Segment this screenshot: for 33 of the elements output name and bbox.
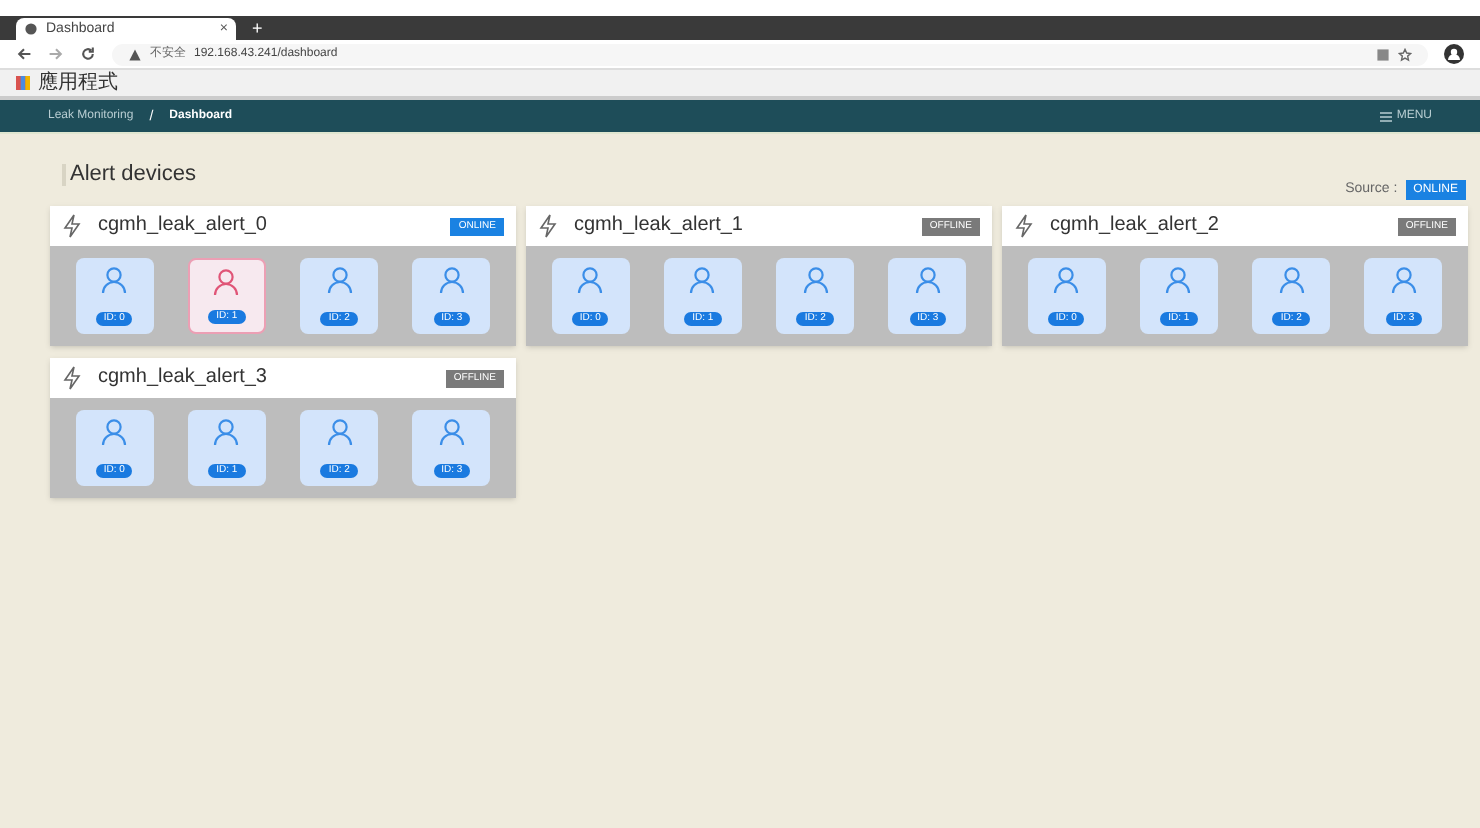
person-icon [212,268,241,296]
lightning-icon [62,366,82,390]
person-icon [437,418,466,446]
reload-icon[interactable] [80,46,96,62]
warning-icon [128,47,142,61]
device-name: cgmh_leak_alert_1 [574,216,743,236]
page-title: Alert devices [62,164,196,186]
person-icon [100,418,129,446]
new-tab-button[interactable]: + [252,20,263,38]
person-icon [325,266,354,294]
person-icon [801,266,830,294]
person-icon [100,266,129,294]
person-icon [576,266,605,294]
star-icon[interactable] [1398,47,1412,61]
lightning-icon [538,214,558,238]
lightning-icon [62,214,82,238]
person-icon [1052,266,1081,294]
person-icon [913,266,942,294]
device-name: cgmh_leak_alert_2 [1050,216,1219,236]
person-icon [1277,266,1306,294]
back-icon[interactable] [16,46,32,62]
person-icon [325,418,354,446]
device-name: cgmh_leak_alert_0 [98,216,267,236]
person-icon [212,418,241,446]
bookmark-link[interactable]: 應用程式 [38,73,118,93]
menu-icon [1380,111,1393,121]
person-icon [688,266,717,294]
device-name: cgmh_leak_alert_3 [98,368,267,388]
person-icon [1389,266,1418,294]
account-icon[interactable] [1444,44,1464,64]
lightning-icon [1014,214,1034,238]
person-icon [1164,266,1193,294]
person-icon [437,266,466,294]
